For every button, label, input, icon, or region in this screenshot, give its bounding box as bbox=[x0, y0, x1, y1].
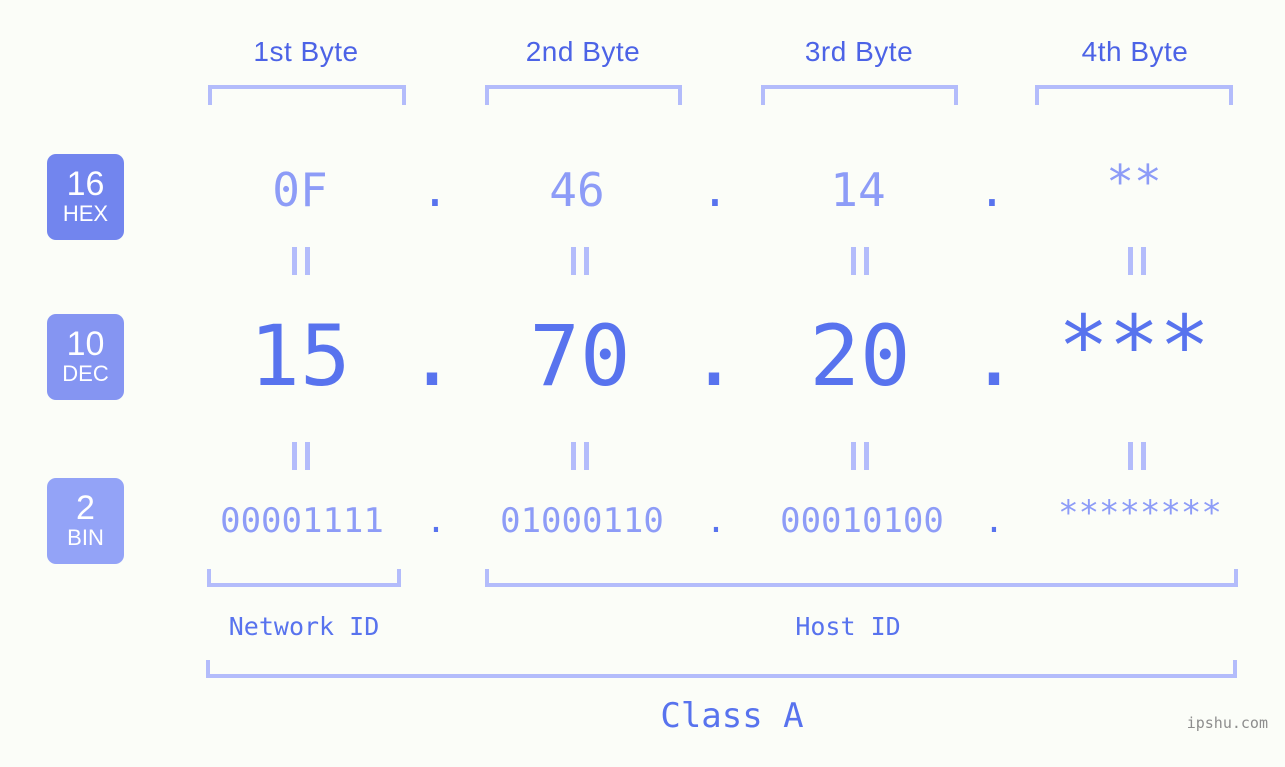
network-id-bracket bbox=[207, 569, 401, 587]
base-badge-bin-label: BIN bbox=[67, 525, 104, 550]
base-badge-dec: 10 DEC bbox=[47, 314, 124, 400]
dec-byte-4: *** bbox=[1058, 297, 1210, 395]
class-label: Class A bbox=[660, 696, 804, 736]
bin-byte-2: 01000110 bbox=[500, 501, 664, 541]
network-id-label: Network ID bbox=[228, 612, 380, 641]
equals-icon-8 bbox=[1122, 442, 1152, 470]
base-badge-bin: 2 BIN bbox=[47, 478, 124, 564]
hex-byte-3: 14 bbox=[830, 163, 886, 217]
equals-icon-2 bbox=[565, 247, 595, 275]
byte-header-2: 2nd Byte bbox=[525, 36, 641, 67]
byte-header-3: 3rd Byte bbox=[804, 36, 914, 67]
byte-header-1: 1st Byte bbox=[253, 36, 359, 67]
byte-header-4: 4th Byte bbox=[1081, 36, 1189, 67]
byte-bracket-3 bbox=[761, 85, 958, 105]
byte-bracket-1 bbox=[208, 85, 406, 105]
byte-bracket-2 bbox=[485, 85, 682, 105]
equals-icon-6 bbox=[565, 442, 595, 470]
class-bracket bbox=[206, 660, 1237, 678]
base-badge-hex-label: HEX bbox=[62, 201, 109, 226]
site-watermark: ipshu.com bbox=[1186, 714, 1268, 732]
equals-icon-5 bbox=[286, 442, 316, 470]
bin-byte-1: 00001111 bbox=[220, 501, 384, 541]
ip-address-breakdown-diagram: 1st Byte 2nd Byte 3rd Byte 4th Byte 16 H… bbox=[0, 0, 1285, 767]
base-badge-bin-number: 2 bbox=[76, 489, 95, 527]
hex-byte-1: 0F bbox=[272, 163, 328, 217]
bin-byte-3: 00010100 bbox=[780, 501, 944, 541]
base-badge-dec-number: 10 bbox=[66, 325, 105, 363]
equals-icon-1 bbox=[286, 247, 316, 275]
hex-byte-2: 46 bbox=[549, 163, 605, 217]
host-id-label: Host ID bbox=[795, 612, 901, 641]
host-id-bracket bbox=[485, 569, 1238, 587]
hex-byte-4: ** bbox=[1106, 155, 1162, 209]
base-badge-dec-label: DEC bbox=[62, 361, 109, 386]
equals-icon-7 bbox=[845, 442, 875, 470]
equals-icon-4 bbox=[1122, 247, 1152, 275]
base-badge-hex: 16 HEX bbox=[47, 154, 124, 240]
equals-icon-3 bbox=[845, 247, 875, 275]
base-badge-hex-number: 16 bbox=[66, 165, 105, 203]
bin-byte-4: ******** bbox=[1058, 493, 1222, 533]
byte-bracket-4 bbox=[1035, 85, 1233, 105]
